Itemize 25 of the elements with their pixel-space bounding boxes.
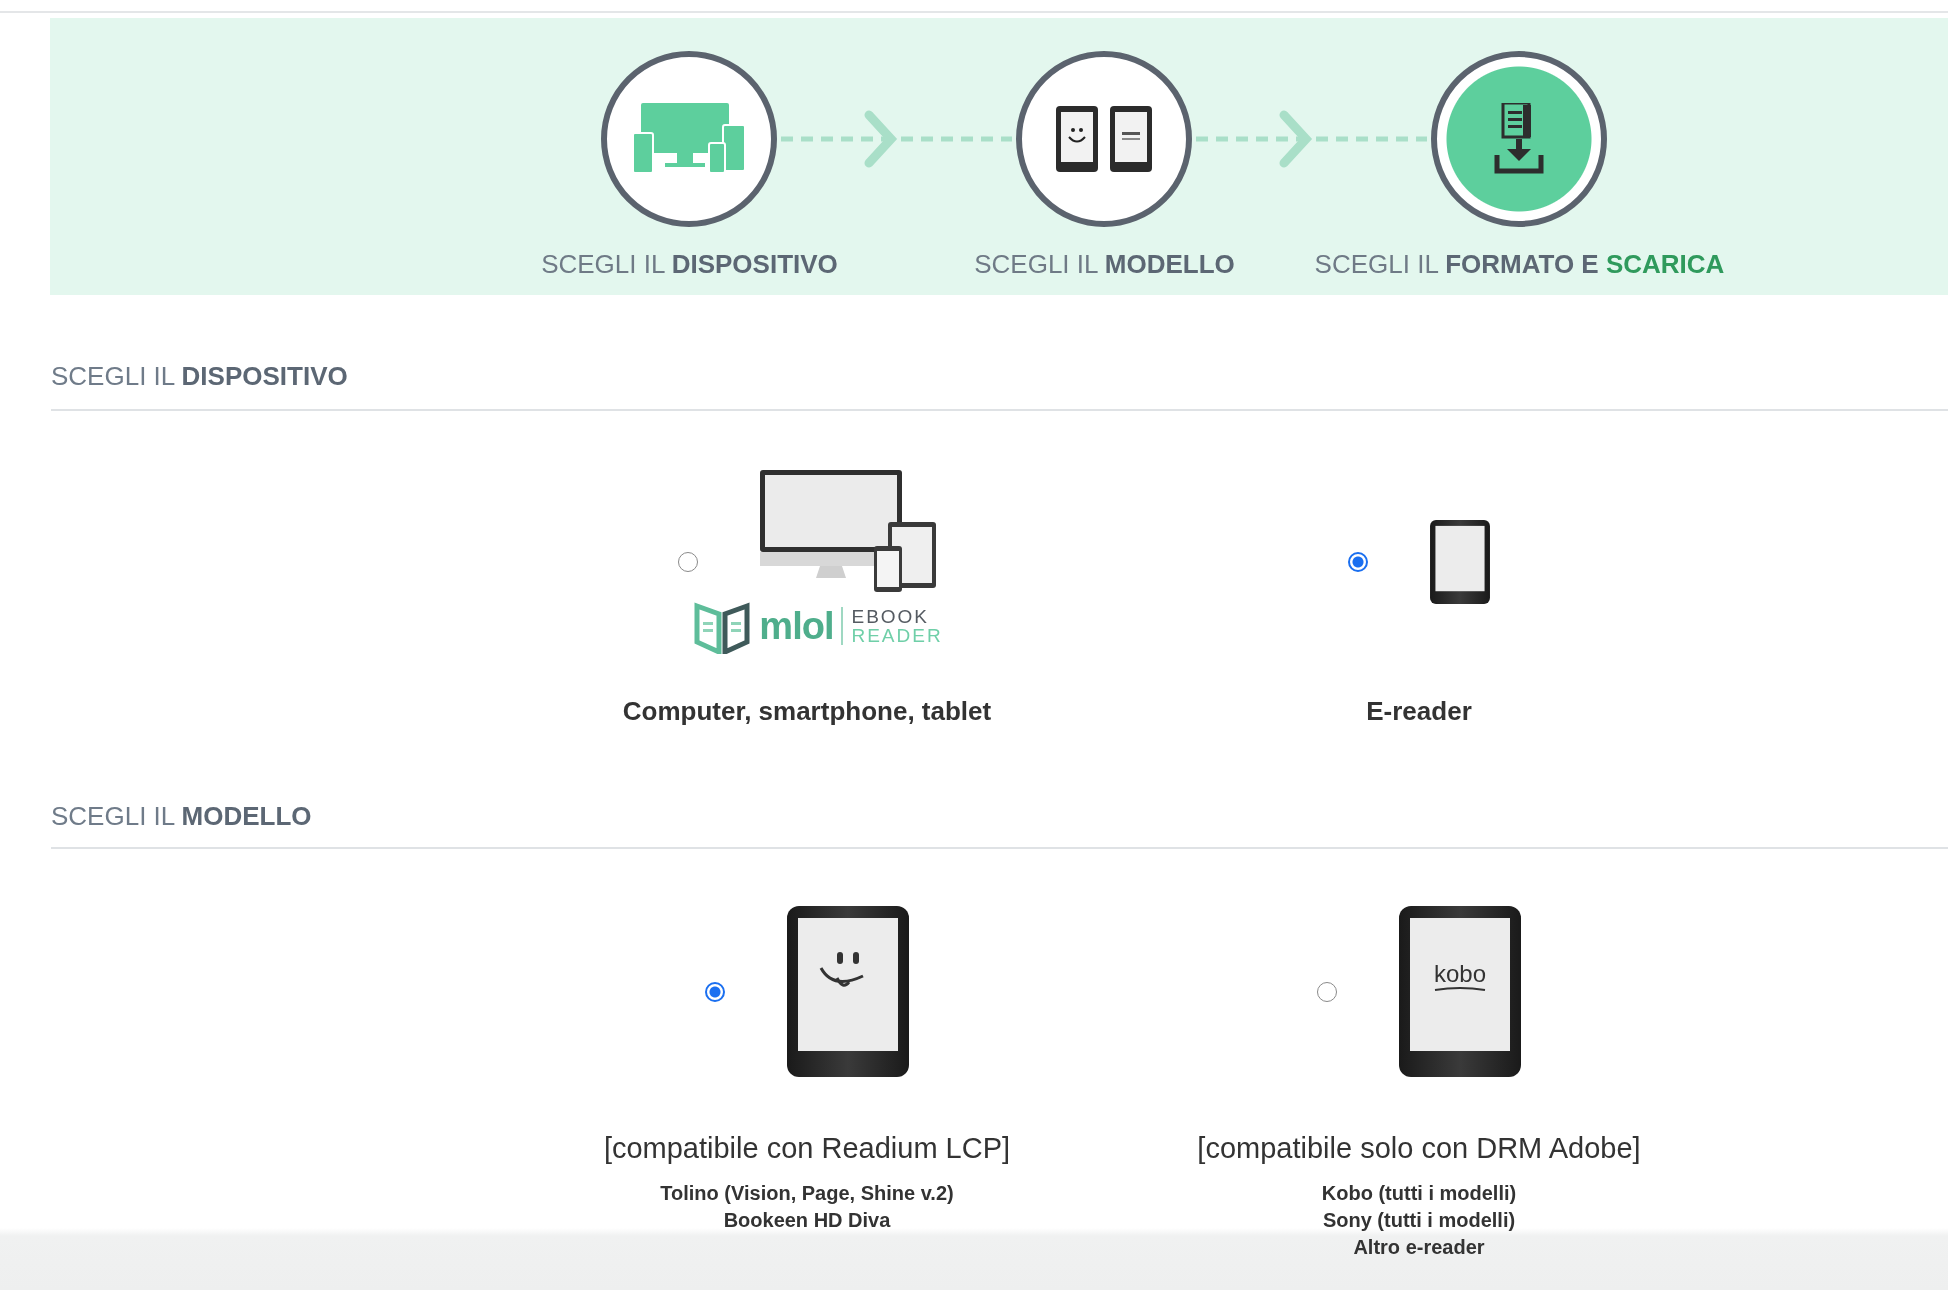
- logo-wordmark: mlol: [759, 604, 834, 648]
- radio-button[interactable]: [1317, 981, 1337, 1002]
- ereaders-icon: [1056, 106, 1152, 172]
- model-list-item: Kobo (tutti i modelli): [1321, 1181, 1517, 1206]
- model-list-item: Bookeen HD Diva: [723, 1208, 891, 1233]
- logo-text: EBOOK: [851, 607, 931, 626]
- step-label: SCEGLI IL MODELLO: [973, 249, 1236, 279]
- devices-icon: [633, 103, 745, 175]
- radio-button[interactable]: [1348, 552, 1368, 572]
- section-heading: SCEGLI IL DISPOSITIVO: [51, 361, 1948, 411]
- option-title: Computer, smartphone, tablet: [622, 695, 992, 728]
- radio-button[interactable]: [705, 981, 725, 1002]
- option-title: [compatibile con Readium LCP]: [603, 1131, 1011, 1166]
- model-list-item: Sony (tutti i modelli): [1322, 1208, 1516, 1233]
- download-icon: [1493, 103, 1545, 175]
- section-heading: SCEGLI IL MODELLO: [51, 801, 1948, 849]
- logo-text: READER: [851, 626, 943, 645]
- screen-text: kobo: [1434, 960, 1486, 987]
- step-label: SCEGLI IL FORMATO E SCARICA: [1313, 249, 1726, 279]
- model-list-item: Tolino (Vision, Page, Shine v.2): [660, 1181, 954, 1206]
- radio-button[interactable]: [678, 552, 698, 572]
- step-label: SCEGLI IL DISPOSITIVO: [540, 249, 839, 279]
- option-title: E-reader: [1366, 695, 1472, 728]
- model-list-item: Altro e-reader: [1353, 1235, 1485, 1260]
- option-title: [compatibile solo con DRM Adobe]: [1197, 1131, 1641, 1166]
